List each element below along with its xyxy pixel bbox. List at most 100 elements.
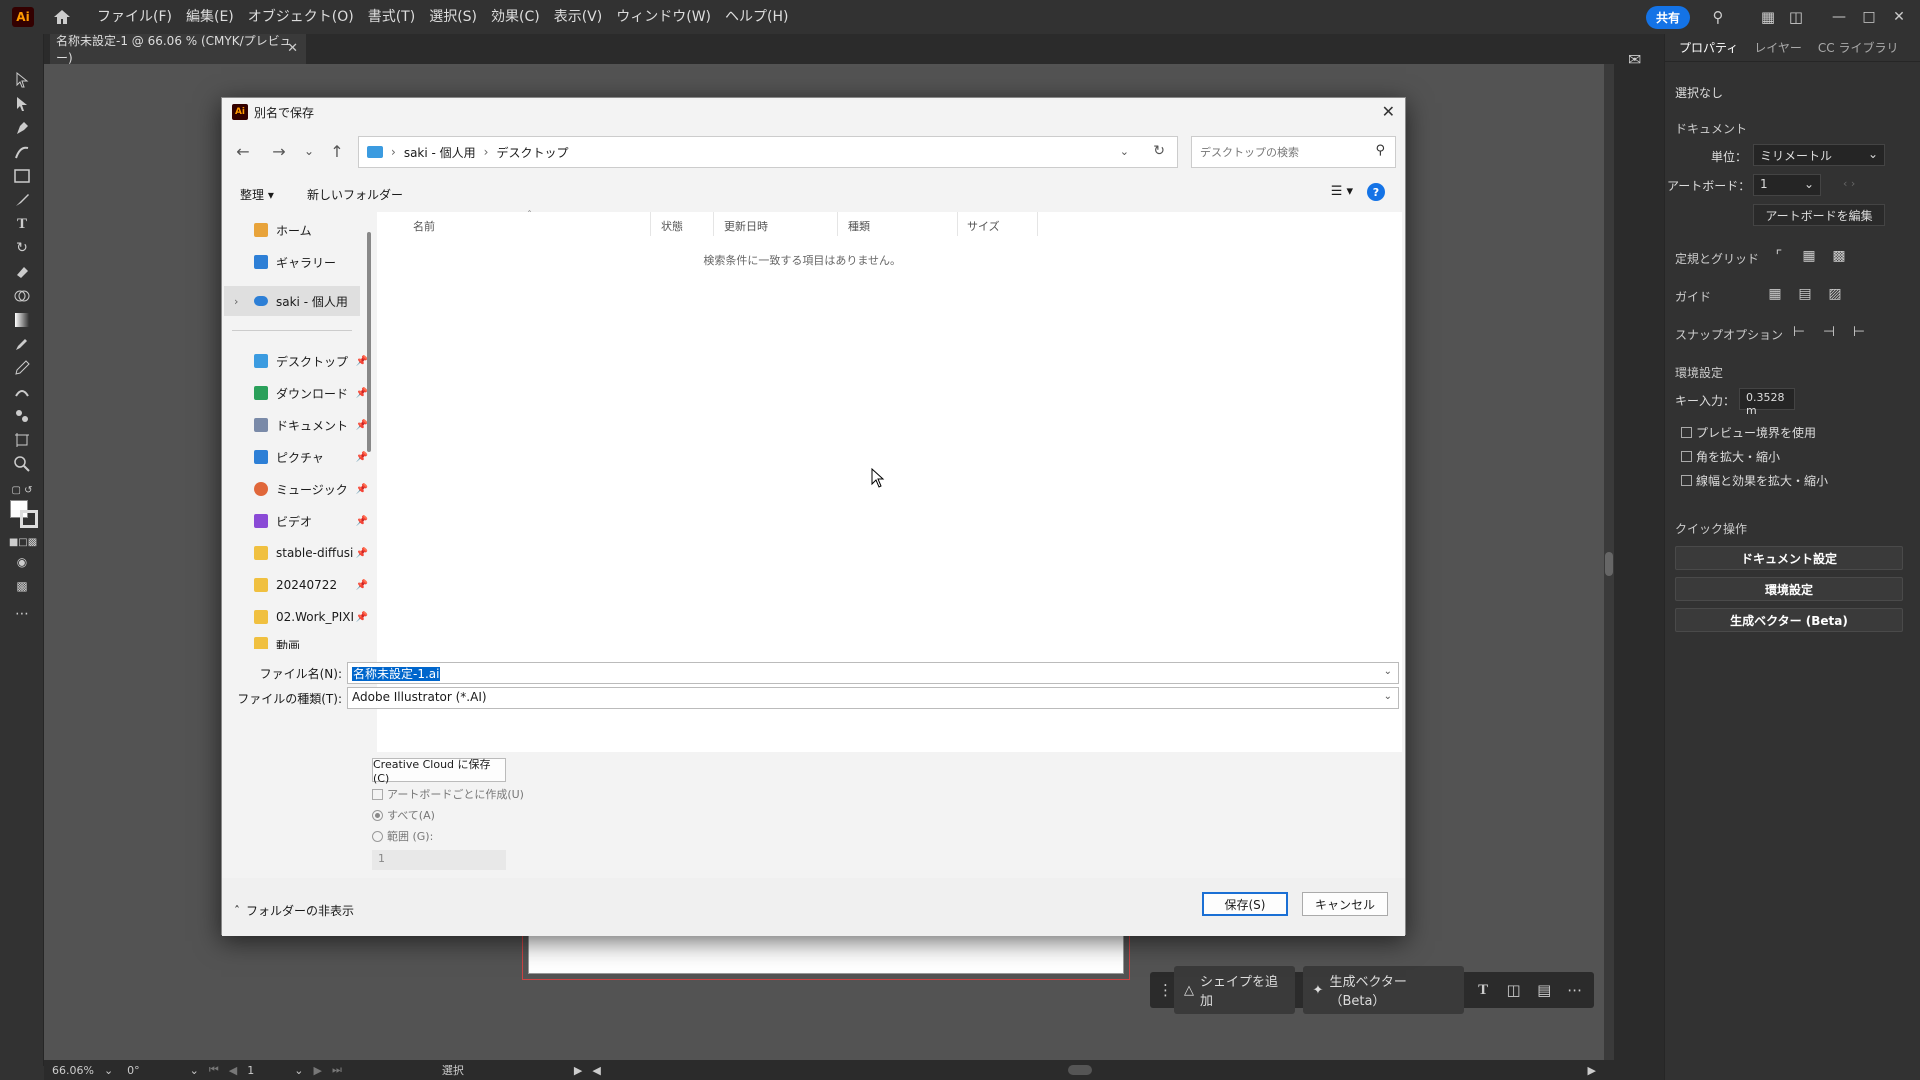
minimize-icon[interactable]: — [1824,9,1854,25]
shape-builder-tool-icon[interactable] [12,286,32,306]
generative-vector-panel-button[interactable]: 生成ベクター (Beta) [1675,608,1903,632]
snap-glyph-icon[interactable]: ⊢ [1849,324,1869,344]
type-tool-icon[interactable]: T [12,214,32,234]
column-divider[interactable] [1037,212,1038,236]
nav-item-folder[interactable]: 20240722 📌 [254,573,368,597]
menu-view[interactable]: 表示(V) [547,0,610,34]
rotation-dropdown-icon[interactable]: ⌄ [190,1064,199,1077]
rectangle-tool-icon[interactable] [12,166,32,186]
range-input[interactable]: 1 [372,850,506,870]
search-icon[interactable]: ⚲ [1704,3,1732,31]
recent-locations-icon[interactable]: ⌄ [298,144,320,158]
nav-item-downloads[interactable]: ダウンロード 📌 [254,381,368,405]
refresh-icon[interactable]: ↻ [1153,143,1165,159]
menu-window[interactable]: ウィンドウ(W) [609,0,718,34]
column-date-modified[interactable]: 更新日時 [724,218,768,234]
menu-select[interactable]: 選択(S) [422,0,484,34]
menu-object[interactable]: オブジェクト(O) [241,0,361,34]
puppet-warp-tool-icon[interactable] [12,382,32,402]
more-tools-icon[interactable]: ⋯ [12,604,32,624]
first-artboard-icon[interactable]: ⏮ [209,1063,219,1077]
save-to-creative-cloud-button[interactable]: Creative Cloud に保存(C) [372,758,506,785]
nav-item-folder[interactable]: 02.Work_PIXI 📌 [254,605,368,629]
screen-mode-icon[interactable]: ▩ [12,576,32,596]
nav-item-pictures[interactable]: ピクチャ 📌 [254,445,368,469]
selection-tool-icon[interactable] [12,70,32,90]
scroll-right-icon[interactable]: ▶ [1588,1064,1596,1077]
home-icon[interactable] [50,5,74,29]
edit-artboard-button[interactable]: アートボードを編集 [1753,204,1885,226]
chevron-down-icon[interactable]: ⌄ [1384,666,1392,677]
generative-vector-button[interactable]: ✦ 生成ベクター（Beta） [1302,966,1464,1014]
use-preview-bounds-checkbox[interactable]: プレビュー境界を使用 [1681,424,1816,441]
search-input[interactable]: デスクトップの検索 ⚲ [1191,136,1396,168]
next-artboard-icon[interactable]: ▶ [313,1064,321,1077]
gradient-tool-icon[interactable] [12,310,32,330]
share-button[interactable]: 共有 [1645,5,1690,29]
scale-strokes-checkbox[interactable]: 線幅と効果を拡大・縮小 [1681,472,1828,489]
zoom-tool-icon[interactable] [12,454,32,474]
close-icon[interactable]: ✕ [1884,9,1914,25]
filename-input[interactable]: 名称未設定-1.ai ⌄ [347,662,1399,684]
nav-item-gallery[interactable]: ギャラリー [254,250,364,274]
eraser-tool-icon[interactable] [12,262,32,282]
nav-item-desktop[interactable]: デスクトップ 📌 [254,349,368,373]
breadcrumb-item[interactable]: デスクトップ [496,144,568,161]
hide-folders-toggle[interactable]: ˆ フォルダーの非表示 [234,902,354,919]
chevron-down-icon[interactable]: ⌄ [1384,691,1392,702]
arrange-documents-icon[interactable]: ▦ [1754,3,1782,31]
units-select[interactable]: ミリメートル ⌄ [1753,144,1885,166]
nav-item-onedrive[interactable]: › saki - 個人用 [234,289,364,313]
pencil-tool-icon[interactable] [12,358,32,378]
paintbrush-tool-icon[interactable] [12,190,32,210]
column-status[interactable]: 状態 [661,218,683,234]
scroll-left-icon[interactable]: ◀ [592,1064,600,1077]
search-icon[interactable]: ⚲ [1375,143,1385,158]
status-mode[interactable]: 選択 [442,1062,464,1078]
stroke-color-swatch[interactable] [20,510,38,528]
zoom-level[interactable]: 66.06% [52,1064,94,1077]
nav-item-folder[interactable]: stable-diffusi 📌 [254,541,368,565]
tab-cc-libraries[interactable]: CC ライブラリ [1810,39,1907,56]
column-divider[interactable] [837,212,838,236]
canvas-vertical-scrollbar[interactable] [1604,64,1614,1060]
nav-item-home[interactable]: ホーム [254,218,364,242]
zoom-dropdown-icon[interactable]: ⌄ [104,1064,113,1077]
grid-icon[interactable]: ▦ [1799,248,1819,268]
preferences-button[interactable]: 環境設定 [1675,577,1903,601]
column-type[interactable]: 種類 [848,218,870,234]
column-size[interactable]: サイズ [967,218,1000,234]
artboard-number[interactable]: 1 [247,1064,254,1077]
new-folder-button[interactable]: 新しいフォルダー [307,186,403,203]
artboard-select[interactable]: 1 ⌄ [1753,174,1821,196]
up-icon[interactable]: ↑ [326,142,348,161]
nav-item-folder[interactable]: 動画 [254,637,364,649]
all-artboards-radio[interactable]: すべて(A) [372,807,435,823]
nav-item-documents[interactable]: ドキュメント 📌 [254,413,368,437]
status-arrow-icon[interactable]: ▶ [574,1064,582,1077]
rotation-value[interactable]: 0° [127,1064,140,1077]
prev-artboard-icon[interactable]: ◀ [229,1064,237,1077]
artboard-tool-icon[interactable] [12,430,32,450]
key-input-field[interactable]: 0.3528 m [1739,388,1795,417]
expand-chevron-icon[interactable]: › [234,295,238,308]
comments-icon[interactable]: ✉ [1628,50,1641,69]
pen-tool-icon[interactable] [12,118,32,138]
menu-edit[interactable]: 編集(E) [179,0,241,34]
tab-properties[interactable]: プロパティ [1671,39,1746,56]
color-mode-icon[interactable]: ■□▩ [9,532,37,552]
nav-pane-scrollbar[interactable] [367,232,371,452]
workspace-icon[interactable]: ◫ [1782,3,1810,31]
address-dropdown-icon[interactable]: ⌄ [1120,145,1129,158]
tab-layers[interactable]: レイヤー [1746,39,1810,56]
help-icon[interactable]: ? [1367,183,1385,201]
organize-button[interactable]: 整理 ▾ [240,186,274,203]
transparency-grid-icon[interactable]: ▩ [1829,248,1849,268]
eyedropper-tool-icon[interactable] [12,334,32,354]
document-setup-button[interactable]: ドキュメント設定 [1675,546,1903,570]
document-tab[interactable]: 名称未設定-1 @ 66.06 % (CMYK/プレビュー) ✕ [50,34,306,65]
back-icon[interactable]: ← [232,142,254,161]
menu-file[interactable]: ファイル(F) [90,0,179,34]
column-divider[interactable] [650,212,651,236]
column-divider[interactable] [957,212,958,236]
